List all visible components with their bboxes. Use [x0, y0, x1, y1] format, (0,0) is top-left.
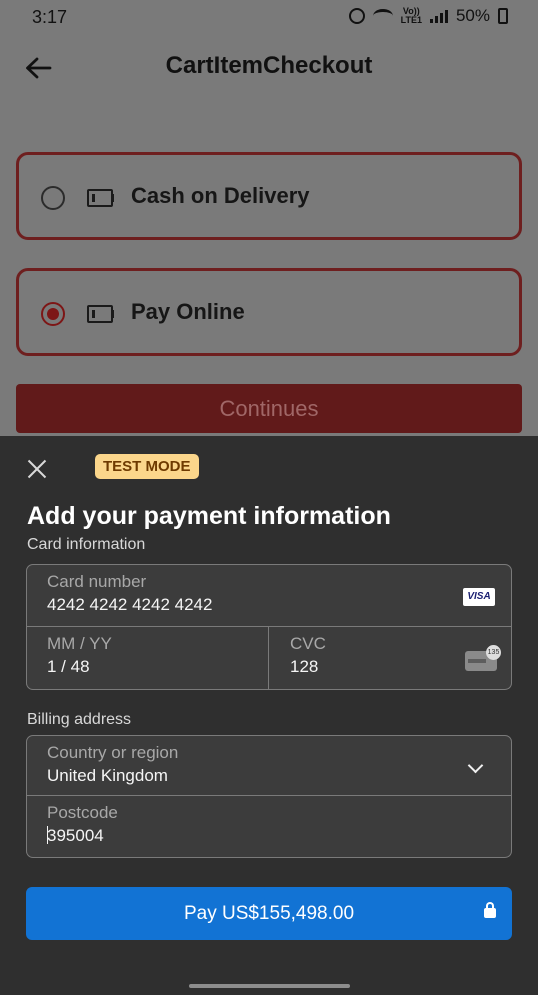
checkout-page: CartItemCheckout Cash on Delivery Pay On…	[0, 36, 538, 436]
cvc-value[interactable]: 128	[290, 657, 318, 677]
cvc-label: CVC	[290, 634, 326, 653]
radio-pay-online[interactable]	[41, 302, 65, 326]
card-number-field[interactable]: Card number 4242 4242 4242 4242 VISA	[27, 565, 511, 627]
status-icons: Vo)) LTE1 50%	[348, 6, 508, 26]
card-number-value[interactable]: 4242 4242 4242 4242	[47, 595, 212, 615]
card-number-label: Card number	[47, 572, 147, 591]
postcode-value: 395004	[47, 826, 104, 845]
option-label: Cash on Delivery	[131, 183, 310, 208]
billing-fields: Country or region United Kingdom Postcod…	[26, 735, 512, 858]
sheet-title: Add your payment information	[27, 502, 391, 530]
cvc-badge: 135	[486, 645, 501, 660]
expiry-label: MM / YY	[47, 634, 112, 653]
expiry-cvc-row: MM / YY 1 / 48 CVC 128 135	[27, 627, 511, 689]
chevron-down-icon[interactable]	[467, 757, 484, 774]
volte-bottom-label: LTE1	[400, 15, 422, 25]
alarm-icon	[348, 8, 365, 24]
status-time: 3:17	[32, 7, 68, 27]
close-icon[interactable]	[26, 458, 48, 480]
volte-icon: Vo)) LTE1	[401, 7, 422, 25]
expiry-field[interactable]: MM / YY 1 / 48	[27, 627, 269, 689]
postcode-field[interactable]: Postcode 395004	[27, 796, 511, 857]
expiry-value[interactable]: 1 / 48	[47, 657, 90, 677]
lock-icon	[484, 902, 496, 918]
status-bar: 3:17 Vo)) LTE1 50%	[0, 0, 538, 36]
radio-cash-on-delivery[interactable]	[41, 186, 65, 210]
pay-button-label: Pay US$155,498.00	[183, 903, 355, 924]
money-icon	[87, 189, 114, 207]
country-value[interactable]: United Kingdom	[47, 766, 168, 786]
home-indicator[interactable]	[189, 984, 350, 988]
cvc-field[interactable]: CVC 128 135	[269, 627, 511, 689]
visa-icon: VISA	[463, 588, 495, 606]
signal-icon	[429, 9, 448, 23]
country-select[interactable]: Country or region United Kingdom	[27, 736, 511, 796]
payment-sheet: TEST MODE Add your payment information C…	[0, 436, 538, 995]
test-mode-badge: TEST MODE	[95, 454, 199, 479]
battery-percent: 50%	[455, 6, 490, 25]
wifi-icon	[372, 9, 393, 23]
card-fields: Card number 4242 4242 4242 4242 VISA MM …	[26, 564, 512, 690]
option-label: Pay Online	[131, 299, 245, 324]
country-label: Country or region	[47, 743, 179, 762]
pay-button[interactable]: Pay US$155,498.00	[26, 887, 512, 940]
option-pay-online[interactable]: Pay Online	[16, 268, 522, 356]
battery-icon	[498, 8, 508, 24]
billing-section-label: Billing address	[27, 711, 132, 728]
postcode-input[interactable]: 395004	[47, 826, 104, 846]
card-section-label: Card information	[27, 536, 146, 553]
money-icon	[87, 305, 114, 323]
option-cash-on-delivery[interactable]: Cash on Delivery	[16, 152, 522, 240]
page-title: CartItemCheckout	[165, 52, 373, 79]
cvc-card-icon: 135	[465, 645, 501, 671]
postcode-label: Postcode	[47, 803, 118, 822]
continue-button[interactable]: Continues	[16, 384, 522, 433]
